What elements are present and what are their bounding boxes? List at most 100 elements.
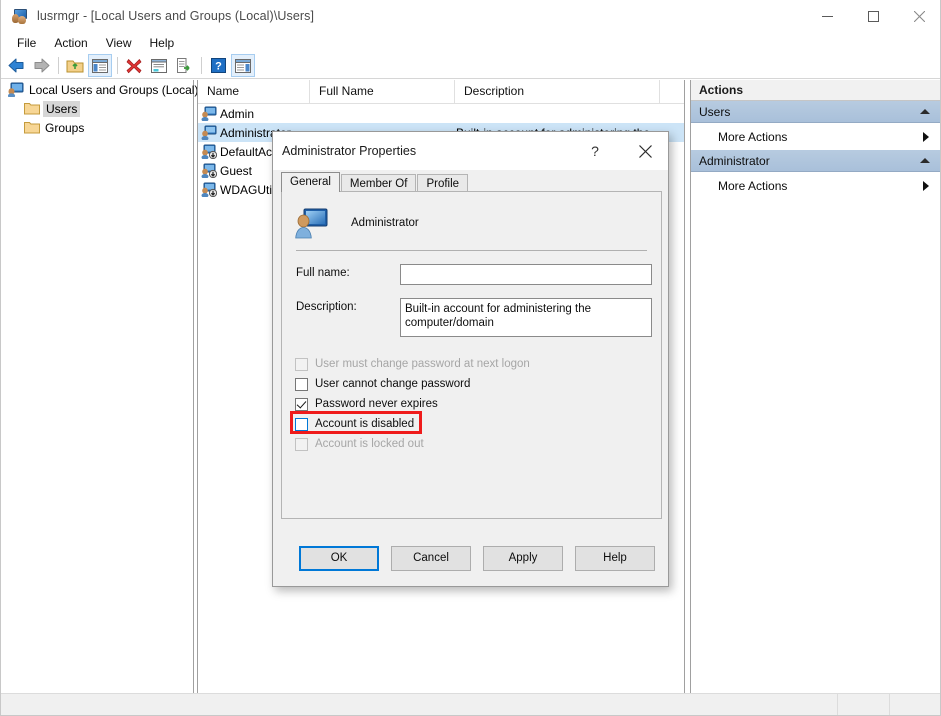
ok-button[interactable]: OK [299,546,379,571]
menu-bar: File Action View Help [1,32,941,53]
actions-group-header-users[interactable]: Users [691,101,941,123]
show-hide-action-pane-icon[interactable] [231,54,255,77]
dialog-close-icon[interactable] [623,132,668,170]
description-label: Description: [296,298,400,313]
svg-text:?: ? [215,61,222,73]
actions-pane: Actions Users More Actions Administrator… [690,80,941,694]
account-name: Administrator [351,217,419,229]
folder-icon [24,121,40,134]
action-item-label: More Actions [718,179,787,193]
export-list-icon[interactable] [172,54,196,77]
menu-item-help[interactable]: Help [141,34,184,52]
actions-group-header-administrator[interactable]: Administrator [691,150,941,172]
tree-item-root-label: Local Users and Groups (Local) [29,83,198,97]
checkbox-row-password-never-expires[interactable]: Password never expires [295,394,661,414]
column-header-description[interactable]: Description [455,80,660,103]
general-tab-panel: Administrator Full name: Description: Bu… [281,191,662,519]
status-bar [1,693,941,715]
status-bar-segment [837,694,890,715]
tree-item-groups[interactable]: Groups [2,118,193,137]
checkbox-label: User must change password at next logon [315,358,530,370]
list-column-headers: Name Full Name Description [198,80,684,104]
tree-item-users-label: Users [43,101,80,117]
checkbox-label: Account is locked out [315,438,424,450]
status-bar-segment [889,694,941,715]
status-bar-text [1,694,837,715]
show-hide-tree-icon[interactable] [88,54,112,77]
action-item-more-actions-administrator[interactable]: More Actions [691,172,941,199]
maximize-icon[interactable] [850,0,896,32]
chevron-up-icon[interactable] [920,158,930,163]
chevron-right-icon [923,132,929,142]
checkbox-label: Account is disabled [315,418,414,430]
back-icon[interactable] [4,54,28,77]
cancel-button[interactable]: Cancel [391,546,471,571]
user-icon [201,106,217,121]
console-tree-pane: Local Users and Groups (Local) Users Gro… [2,80,194,694]
tree-item-root[interactable]: Local Users and Groups (Local) [2,80,193,99]
actions-group-label: Users [699,105,730,119]
full-name-field[interactable] [400,264,652,285]
checkbox-label: User cannot change password [315,378,470,390]
dialog-title-bar: Administrator Properties ? [273,132,668,170]
help-button[interactable]: Help [575,546,655,571]
minimize-icon[interactable] [804,0,850,32]
checkbox-row-cannot-change-password[interactable]: User cannot change password [295,374,661,394]
tree-item-users[interactable]: Users [2,99,193,118]
administrator-properties-dialog: Administrator Properties ? General Membe… [272,131,669,587]
checkbox-cannot-change-password[interactable] [295,378,308,391]
user-disabled-icon [201,144,217,159]
checkbox-row-must-change-password[interactable]: User must change password at next logon [295,354,661,374]
toolbar: ? [1,53,941,79]
full-name-row: Full name: [282,264,661,285]
forward-icon[interactable] [29,54,53,77]
user-admin-icon [201,125,217,140]
checkbox-account-is-disabled[interactable] [295,418,308,431]
delete-icon[interactable] [122,54,146,77]
description-field[interactable]: Built-in account for administering the c… [400,298,652,337]
checkbox-must-change-password [295,358,308,371]
column-header-name[interactable]: Name [198,80,310,103]
title-bar: lusrmgr - [Local Users and Groups (Local… [1,0,941,32]
toolbar-separator [201,57,202,74]
help-icon[interactable]: ? [206,54,230,77]
menu-item-action[interactable]: Action [45,34,96,52]
checkbox-row-account-is-disabled[interactable]: Account is disabled [295,414,661,434]
chevron-up-icon[interactable] [920,109,930,114]
account-options-group: User must change password at next logon … [282,354,661,454]
divider [296,250,647,251]
menu-item-file[interactable]: File [8,34,45,52]
up-folder-icon[interactable] [63,54,87,77]
column-header-full-name[interactable]: Full Name [310,80,455,103]
close-icon[interactable] [896,0,941,32]
window-controls [804,0,941,32]
dialog-button-bar: OK Cancel Apply Help [273,530,668,586]
description-row: Description: Built-in account for admini… [282,298,661,337]
checkbox-password-never-expires[interactable] [295,398,308,411]
window-title: lusrmgr - [Local Users and Groups (Local… [37,9,314,23]
row-name: Admin [220,107,254,121]
users-computer-icon [12,8,28,24]
actions-pane-title: Actions [691,80,941,101]
tree-item-groups-label: Groups [45,121,84,135]
lusrmgr-window: lusrmgr - [Local Users and Groups (Local… [0,0,941,716]
table-row[interactable]: Admin [198,104,684,123]
tab-general[interactable]: General [281,172,340,192]
user-disabled-icon [201,163,217,178]
action-item-label: More Actions [718,130,787,144]
apply-button[interactable]: Apply [483,546,563,571]
checkbox-row-account-is-locked-out[interactable]: Account is locked out [295,434,661,454]
menu-item-view[interactable]: View [97,34,141,52]
computer-icon [8,82,24,97]
full-name-label: Full name: [296,264,400,279]
row-name: Guest [220,164,252,178]
help-question-icon[interactable]: ? [578,132,612,170]
actions-group-label: Administrator [699,154,770,168]
dialog-title: Administrator Properties [282,144,416,158]
checkbox-account-is-locked-out [295,438,308,451]
account-header: Administrator [282,192,661,242]
user-large-icon [295,207,329,239]
chevron-right-icon [923,181,929,191]
action-item-more-actions-users[interactable]: More Actions [691,123,941,150]
properties-icon[interactable] [147,54,171,77]
